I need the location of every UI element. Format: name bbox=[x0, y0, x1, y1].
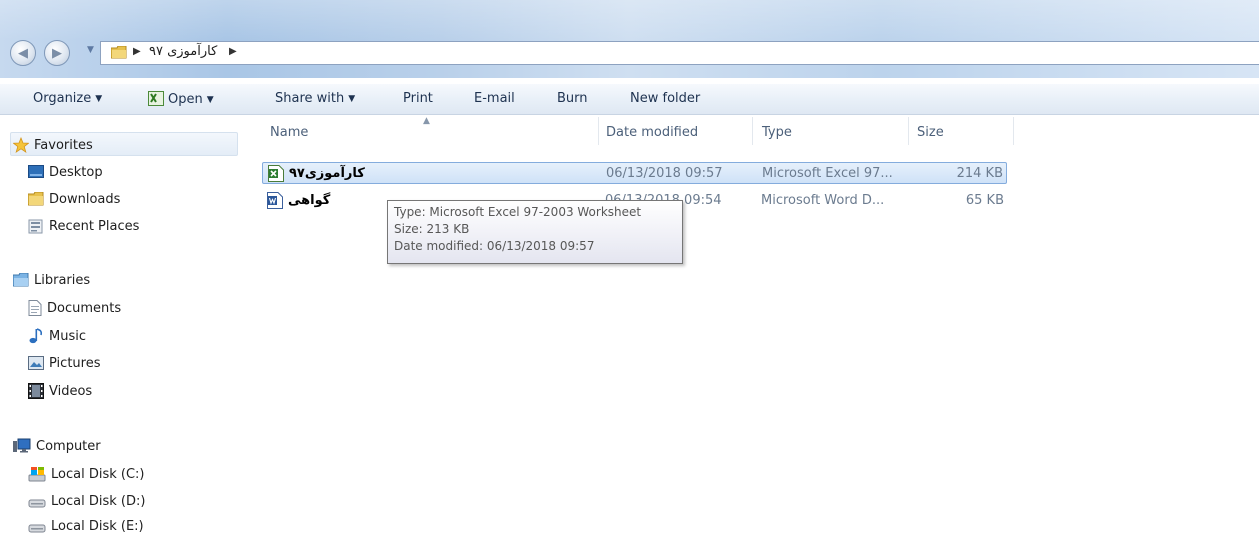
file-type: Microsoft Word D... bbox=[761, 193, 885, 208]
file-size: 65 KB bbox=[965, 193, 1004, 208]
recent-pages-dropdown-icon[interactable]: ▼ bbox=[87, 45, 94, 55]
nav-local-disk-c[interactable]: Local Disk (C:) bbox=[28, 463, 144, 485]
share-with-button[interactable]: Share with ▼ bbox=[275, 91, 355, 106]
file-size: 214 KB bbox=[956, 166, 1003, 181]
titlebar-glass bbox=[0, 0, 1259, 40]
star-icon bbox=[13, 137, 29, 153]
column-header-date-modified[interactable]: Date modified bbox=[606, 125, 698, 140]
burn-button[interactable]: Burn bbox=[557, 91, 588, 106]
forward-button[interactable]: ▶ bbox=[44, 40, 70, 66]
open-label: Open bbox=[168, 92, 203, 107]
column-header-name[interactable]: Name bbox=[270, 125, 308, 140]
file-date-modified: 06/13/2018 09:57 bbox=[606, 166, 723, 181]
breadcrumb-separator-icon[interactable]: ▶ bbox=[229, 46, 237, 57]
nav-local-disk-e[interactable]: Local Disk (E:) bbox=[28, 515, 144, 537]
pictures-icon bbox=[28, 356, 44, 370]
nav-local-disk-d-label: Local Disk (D:) bbox=[51, 493, 146, 509]
excel-file-icon bbox=[268, 165, 284, 182]
share-with-label: Share with bbox=[275, 91, 345, 106]
nav-documents[interactable]: Documents bbox=[28, 297, 121, 319]
organize-label: Organize bbox=[33, 91, 92, 106]
column-header-type[interactable]: Type bbox=[762, 125, 792, 140]
sort-ascending-icon: ▲ bbox=[423, 116, 430, 126]
nav-recent-places-label: Recent Places bbox=[49, 218, 140, 234]
open-button[interactable]: Open ▼ bbox=[148, 91, 214, 107]
chevron-down-icon: ▼ bbox=[95, 94, 103, 104]
navigation-pane: Favorites Desktop Downloads Recent Place… bbox=[0, 115, 245, 534]
nav-videos[interactable]: Videos bbox=[28, 380, 92, 402]
address-bar[interactable]: ▶ کارآموزی ۹۷ ▶ bbox=[100, 41, 1259, 65]
word-file-icon bbox=[267, 192, 283, 209]
file-type: Microsoft Excel 97... bbox=[762, 166, 893, 181]
column-divider[interactable] bbox=[908, 117, 909, 145]
window-titlebar bbox=[0, 0, 1259, 78]
tooltip-date-modified: Date modified: 06/13/2018 09:57 bbox=[394, 239, 595, 253]
recent-places-icon bbox=[28, 219, 43, 233]
print-button[interactable]: Print bbox=[403, 91, 433, 106]
breadcrumb-current-folder[interactable]: کارآموزی ۹۷ bbox=[149, 44, 217, 59]
desktop-icon bbox=[28, 165, 44, 178]
file-name[interactable]: کارآموزی۹۷ bbox=[289, 166, 365, 181]
forward-arrow-icon: ▶ bbox=[52, 45, 62, 61]
nav-computer[interactable]: Computer bbox=[13, 435, 101, 457]
nav-recent-places[interactable]: Recent Places bbox=[28, 215, 139, 237]
breadcrumb-separator-icon[interactable]: ▶ bbox=[133, 46, 141, 57]
organize-button[interactable]: Organize ▼ bbox=[33, 91, 102, 106]
documents-icon bbox=[28, 300, 42, 316]
back-arrow-icon: ◀ bbox=[18, 45, 28, 61]
system-drive-icon bbox=[28, 467, 46, 482]
column-divider[interactable] bbox=[752, 117, 753, 145]
command-bar: Organize ▼ Open ▼ Share with ▼ Print E-mail… bbox=[0, 84, 1259, 115]
nav-pictures[interactable]: Pictures bbox=[28, 352, 100, 374]
nav-libraries[interactable]: Libraries bbox=[13, 269, 90, 291]
file-row[interactable]: کارآموزی۹۷ 06/13/2018 09:57 Microsoft Ex… bbox=[262, 162, 1007, 184]
chevron-down-icon: ▼ bbox=[206, 95, 214, 105]
email-button[interactable]: E-mail bbox=[474, 91, 515, 106]
column-divider[interactable] bbox=[598, 117, 599, 145]
nav-music[interactable]: Music bbox=[28, 325, 86, 347]
nav-videos-label: Videos bbox=[49, 383, 93, 399]
nav-local-disk-d[interactable]: Local Disk (D:) bbox=[28, 490, 145, 512]
nav-computer-label: Computer bbox=[36, 438, 101, 454]
tooltip-size: Size: 213 KB bbox=[394, 222, 470, 236]
back-button[interactable]: ◀ bbox=[10, 40, 36, 66]
libraries-icon bbox=[13, 273, 29, 287]
file-info-tooltip: Type: Microsoft Excel 97-2003 Worksheet … bbox=[387, 200, 683, 264]
downloads-folder-icon bbox=[28, 192, 44, 206]
nav-pictures-label: Pictures bbox=[49, 355, 101, 371]
nav-libraries-label: Libraries bbox=[34, 272, 91, 288]
folder-icon bbox=[111, 46, 127, 59]
column-header-size[interactable]: Size bbox=[917, 125, 944, 140]
column-divider[interactable] bbox=[1013, 117, 1014, 145]
nav-favorites[interactable]: Favorites bbox=[13, 134, 93, 156]
music-icon bbox=[29, 328, 43, 344]
nav-downloads-label: Downloads bbox=[49, 191, 121, 207]
videos-icon bbox=[28, 383, 44, 399]
new-folder-button[interactable]: New folder bbox=[630, 91, 700, 106]
excel-icon bbox=[148, 91, 164, 106]
tooltip-type: Type: Microsoft Excel 97-2003 Worksheet bbox=[394, 205, 642, 219]
chevron-down-icon: ▼ bbox=[348, 94, 356, 104]
nav-local-disk-e-label: Local Disk (E:) bbox=[51, 518, 144, 534]
nav-favorites-label: Favorites bbox=[34, 137, 93, 153]
file-name[interactable]: گواهی bbox=[288, 193, 330, 208]
hard-drive-icon bbox=[28, 499, 46, 508]
nav-local-disk-c-label: Local Disk (C:) bbox=[51, 466, 145, 482]
nav-music-label: Music bbox=[49, 328, 86, 344]
computer-icon bbox=[13, 438, 31, 453]
nav-documents-label: Documents bbox=[47, 300, 122, 316]
nav-desktop[interactable]: Desktop bbox=[28, 161, 103, 183]
nav-downloads[interactable]: Downloads bbox=[28, 188, 120, 210]
nav-desktop-label: Desktop bbox=[49, 164, 103, 180]
